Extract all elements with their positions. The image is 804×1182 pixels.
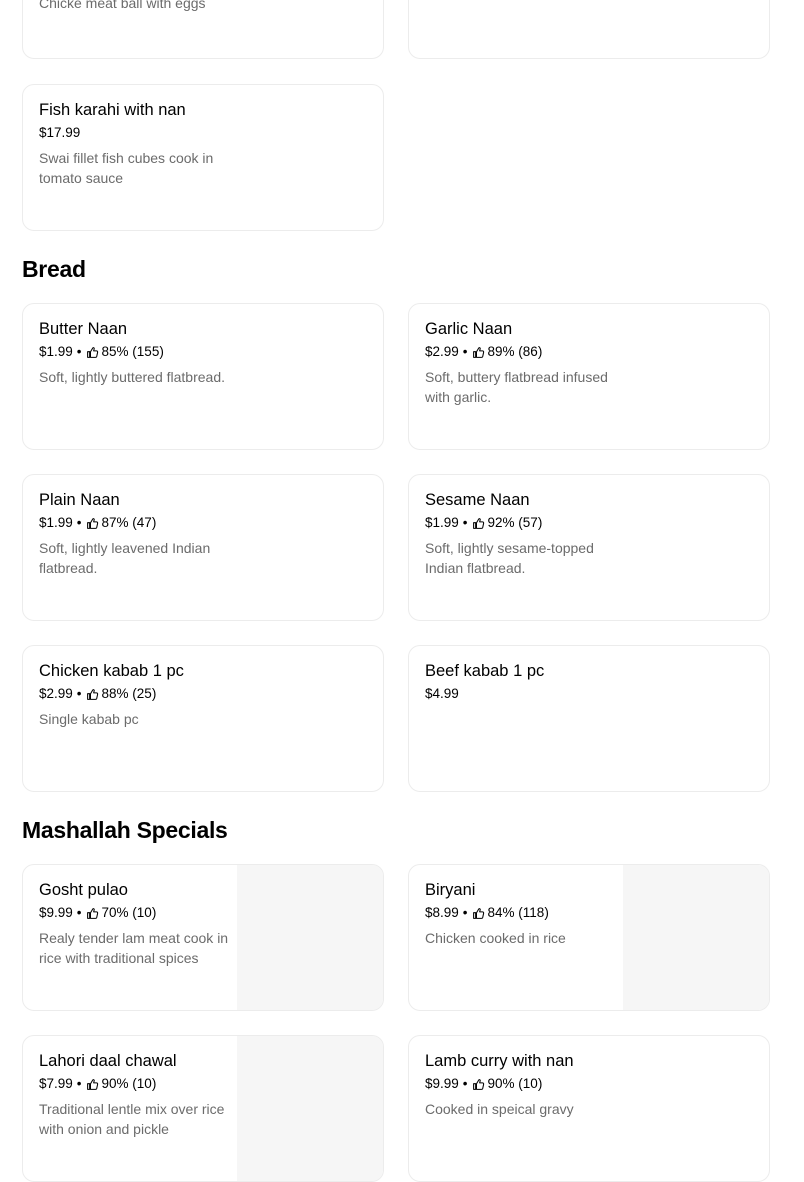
menu-item-name: Plain Naan bbox=[39, 491, 120, 509]
section-title-specials: Mashallah Specials bbox=[22, 817, 228, 843]
menu-item-price: $2.99 bbox=[425, 344, 459, 359]
menu-item-rating: 88% (25) bbox=[101, 686, 157, 701]
thumbs-up-icon bbox=[472, 907, 485, 920]
thumbs-up-icon bbox=[472, 517, 485, 530]
menu-item-meta: $1.99 • 87% (47) bbox=[39, 514, 239, 532]
separator-dot: • bbox=[76, 1076, 82, 1091]
menu-item-card[interactable]: Beef kabab 1 pc $4.99 bbox=[408, 645, 770, 792]
separator-dot: • bbox=[76, 515, 82, 530]
menu-item-name: Gosht pulao bbox=[39, 881, 128, 899]
menu-item-rating: 92% (57) bbox=[487, 515, 543, 530]
menu-item-name: Lahori daal chawal bbox=[39, 1052, 177, 1070]
menu-item-name: Fish karahi with nan bbox=[39, 101, 186, 119]
menu-item-card[interactable]: Chicken kabab 1 pc $2.99 • 88% (25) Single k… bbox=[22, 645, 384, 792]
menu-item-card[interactable]: Garlic Naan $2.99 • 89% (86) Soft, buttery f… bbox=[408, 303, 770, 450]
menu-item-price: $7.99 bbox=[39, 1076, 73, 1091]
separator-dot: • bbox=[76, 686, 82, 701]
menu-item-rating: 85% (155) bbox=[101, 344, 164, 359]
menu-item-card-partial-left[interactable]: Chicke meat ball with eggs bbox=[22, 0, 384, 59]
menu-item-name: Chicken kabab 1 pc bbox=[39, 662, 184, 680]
menu-item-name: Beef kabab 1 pc bbox=[425, 662, 545, 680]
menu-item-description: Soft, lightly buttered flatbread. bbox=[39, 369, 225, 385]
menu-item-price: $17.99 bbox=[39, 125, 81, 140]
menu-item-image bbox=[237, 1036, 383, 1181]
menu-item-meta: $1.99 • 92% (57) bbox=[425, 514, 625, 532]
menu-item-price: $8.99 bbox=[425, 905, 459, 920]
thumbs-up-icon bbox=[472, 1078, 485, 1091]
menu-item-card[interactable]: Sesame Naan $1.99 • 92% (57) Soft, lightly s… bbox=[408, 474, 770, 621]
menu-item-meta: $7.99 • 90% (10) bbox=[39, 1075, 239, 1093]
menu-item-rating: 90% (10) bbox=[487, 1076, 543, 1091]
menu-item-meta: $9.99 • 90% (10) bbox=[425, 1075, 625, 1093]
menu-item-name: Sesame Naan bbox=[425, 491, 530, 509]
menu-item-price: $9.99 bbox=[425, 1076, 459, 1091]
menu-item-description: Swai fillet fish cubes cook in tomato sa… bbox=[39, 150, 214, 186]
menu-item-meta: $9.99 • 70% (10) bbox=[39, 904, 239, 922]
thumbs-up-icon bbox=[86, 1078, 99, 1091]
separator-dot: • bbox=[462, 344, 468, 359]
menu-item-image bbox=[237, 865, 383, 1010]
menu-item-rating: 90% (10) bbox=[101, 1076, 157, 1091]
thumbs-up-icon bbox=[472, 346, 485, 359]
menu-item-rating: 84% (118) bbox=[487, 905, 549, 920]
menu-item-meta: $17.99 bbox=[39, 124, 239, 142]
menu-item-rating: 70% (10) bbox=[101, 905, 157, 920]
separator-dot: • bbox=[462, 515, 468, 530]
menu-item-description: Soft, lightly sesame-topped Indian flatb… bbox=[425, 540, 594, 576]
menu-item-description: Chicken cooked in rice bbox=[425, 930, 566, 946]
separator-dot: • bbox=[76, 905, 82, 920]
menu-item-image bbox=[623, 865, 769, 1010]
menu-item-description: Soft, buttery flatbread infused with gar… bbox=[425, 369, 608, 405]
thumbs-up-icon bbox=[86, 346, 99, 359]
menu-item-name: Biryani bbox=[425, 881, 476, 899]
menu-item-meta: $2.99 • 88% (25) bbox=[39, 685, 239, 703]
thumbs-up-icon bbox=[86, 517, 99, 530]
menu-item-card[interactable]: Butter Naan $1.99 • 85% (155) Soft, lightly … bbox=[22, 303, 384, 450]
menu-item-card[interactable]: Biryani $8.99 • 84% (118) Chicken cooked in … bbox=[408, 864, 770, 1011]
thumbs-up-icon bbox=[86, 688, 99, 701]
menu-item-price: $1.99 bbox=[39, 344, 73, 359]
menu-item-description: Single kabab pc bbox=[39, 711, 139, 727]
menu-item-description: Traditional lentle mix over rice with on… bbox=[39, 1101, 225, 1137]
menu-item-name: Lamb curry with nan bbox=[425, 1052, 574, 1070]
menu-item-description: Realy tender lam meat cook in rice with … bbox=[39, 930, 229, 966]
separator-dot: • bbox=[76, 344, 82, 359]
menu-item-price: $1.99 bbox=[39, 515, 73, 530]
menu-item-meta: $4.99 bbox=[425, 685, 625, 703]
menu-item-meta: $8.99 • 84% (118) bbox=[425, 904, 625, 922]
menu-item-name: Garlic Naan bbox=[425, 320, 513, 338]
menu-item-card[interactable]: Fish karahi with nan $17.99 Swai fillet … bbox=[22, 84, 384, 231]
menu-item-card-partial-right[interactable] bbox=[408, 0, 770, 59]
menu-item-price: $2.99 bbox=[39, 686, 73, 701]
section-title-bread: Bread bbox=[22, 256, 86, 282]
menu-item-price: $4.99 bbox=[425, 686, 459, 701]
menu-item-description: Cooked in speical gravy bbox=[425, 1101, 574, 1117]
menu-item-meta: $2.99 • 89% (86) bbox=[425, 343, 625, 361]
thumbs-up-icon bbox=[86, 907, 99, 920]
menu-item-card[interactable]: Gosht pulao $9.99 • 70% (10) Realy tender la… bbox=[22, 864, 384, 1011]
menu-item-card[interactable]: Lamb curry with nan $9.99 • 90% (10) Cooked … bbox=[408, 1035, 770, 1182]
menu-item-rating: 87% (47) bbox=[101, 515, 157, 530]
menu-item-description: Soft, lightly leavened Indian flatbread. bbox=[39, 540, 211, 576]
menu-item-price: $9.99 bbox=[39, 905, 73, 920]
menu-item-card[interactable]: Plain Naan $1.99 • 87% (47) Soft, lightly le… bbox=[22, 474, 384, 621]
menu-item-description: Chicke meat ball with eggs bbox=[39, 0, 206, 11]
separator-dot: • bbox=[462, 905, 468, 920]
menu-item-meta: $1.99 • 85% (155) bbox=[39, 343, 239, 361]
menu-item-card[interactable]: Lahori daal chawal $7.99 • 90% (10) Traditio… bbox=[22, 1035, 384, 1182]
menu-item-name: Butter Naan bbox=[39, 320, 128, 338]
separator-dot: • bbox=[462, 1076, 468, 1091]
menu-item-rating: 89% (86) bbox=[487, 344, 543, 359]
menu-item-price: $1.99 bbox=[425, 515, 459, 530]
